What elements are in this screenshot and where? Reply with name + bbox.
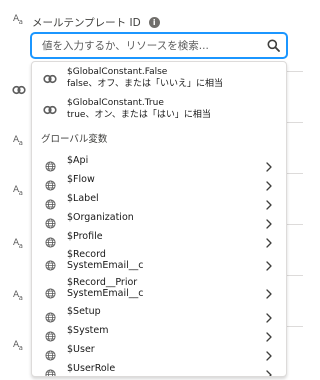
text-type-icon: Aa [13, 14, 23, 26]
chevron-right-icon[interactable] [266, 308, 272, 323]
list-item-variable[interactable]: $Record__Prior SystemEmail__c [32, 276, 286, 302]
search-icon[interactable] [267, 39, 280, 52]
globe-icon [45, 176, 56, 191]
variable-label: $Api [67, 155, 89, 167]
group-header: グローバル変数 [41, 134, 108, 145]
globe-icon [45, 327, 56, 342]
list-item-variable[interactable]: $Profile [32, 229, 286, 248]
resource-search[interactable] [31, 33, 287, 58]
variable-label-line: $Setup [67, 306, 101, 317]
chevron-right-icon[interactable] [266, 365, 272, 376]
constant-name: $GlobalConstant.True [67, 98, 164, 108]
variable-label: $Organization [67, 212, 134, 224]
text-type-icon: Aa [13, 290, 23, 302]
search-input[interactable] [32, 34, 252, 58]
link-icon [12, 85, 26, 95]
chevron-right-icon[interactable] [266, 346, 272, 361]
link-icon [43, 74, 57, 84]
chevron-right-icon[interactable] [266, 195, 272, 210]
list-item-global-constant-true[interactable]: $GlobalConstant.True true、オン、または「はい」に相当 [32, 97, 286, 125]
chevron-right-icon[interactable] [266, 327, 272, 342]
variable-label: $UserRole [67, 363, 116, 375]
list-item-variable[interactable]: $User [32, 342, 286, 361]
constant-text: $GlobalConstant.False false、オフ、または「いいえ」に… [67, 67, 223, 90]
chevron-right-icon[interactable] [266, 256, 272, 271]
globe-icon [45, 195, 56, 210]
text-type-icon: Aa [13, 135, 23, 147]
list-item-variable[interactable]: $UserRole [32, 361, 286, 376]
variable-label-line: $Record__Prior [67, 277, 138, 288]
globe-icon [45, 308, 56, 323]
globe-icon [45, 346, 56, 361]
variable-label-line: $UserRole [67, 363, 116, 374]
constant-description: true、オン、または「はい」に相当 [67, 109, 211, 120]
globe-icon [45, 233, 56, 248]
text-type-icon: Aa [13, 185, 23, 197]
globe-icon [45, 256, 56, 271]
variable-label-line: $Record [67, 249, 106, 260]
list-item-global-constant-false[interactable]: $GlobalConstant.False false、オフ、または「いいえ」に… [32, 66, 286, 94]
list-item-variable[interactable]: $Record SystemEmail__c [32, 248, 286, 274]
variable-label-line: $Label [67, 193, 99, 204]
list-item-variable[interactable]: $Setup [32, 304, 286, 323]
variable-label-line: SystemEmail__c [67, 287, 144, 299]
chevron-right-icon[interactable] [266, 176, 272, 191]
variable-label-line: SystemEmail__c [67, 259, 144, 271]
text-type-icon: Aa [13, 340, 23, 352]
variable-label: $User [67, 344, 95, 356]
variable-label: $System [67, 325, 109, 337]
constant-description: false、オフ、または「いいえ」に相当 [67, 78, 224, 89]
list-item-variable[interactable]: $Flow [32, 172, 286, 191]
variable-label-line: $User [67, 344, 95, 355]
variable-label-line: $Profile [67, 231, 103, 242]
variable-label: $Label [67, 193, 99, 205]
list-item-variable[interactable]: $Api [32, 153, 286, 172]
constant-text: $GlobalConstant.True true、オン、または「はい」に相当 [67, 98, 211, 121]
variable-label: $Flow [67, 174, 95, 186]
globe-icon [45, 214, 56, 229]
resource-dropdown: $GlobalConstant.False false、オフ、または「いいえ」に… [31, 61, 287, 377]
list-item-variable[interactable]: $Organization [32, 210, 286, 229]
chevron-right-icon[interactable] [266, 157, 272, 172]
info-icon[interactable]: i [148, 17, 160, 28]
globe-icon [45, 157, 56, 172]
field-label-text: メールテンプレート ID [32, 17, 141, 29]
list-item-variable[interactable]: $System [32, 323, 286, 342]
list-item-variable[interactable]: $Label [32, 191, 286, 210]
globe-icon [45, 284, 56, 299]
variable-label-line: $Api [67, 155, 89, 166]
variable-label: $Record__Prior SystemEmail__c [67, 277, 144, 299]
chevron-right-icon[interactable] [266, 284, 272, 299]
variable-label-line: $Organization [67, 212, 134, 223]
chevron-right-icon[interactable] [266, 233, 272, 248]
variable-label: $Record SystemEmail__c [67, 249, 144, 271]
link-icon [43, 105, 57, 115]
variable-label: $Profile [67, 231, 103, 243]
variable-label-line: $Flow [67, 174, 95, 185]
variable-label: $Setup [67, 306, 101, 318]
field-label: メールテンプレート ID i [32, 15, 160, 30]
chevron-right-icon[interactable] [266, 214, 272, 229]
constant-name: $GlobalConstant.False [67, 67, 168, 77]
text-type-icon: Aa [13, 238, 23, 250]
variable-label-line: $System [67, 325, 109, 336]
globe-icon [45, 365, 56, 376]
